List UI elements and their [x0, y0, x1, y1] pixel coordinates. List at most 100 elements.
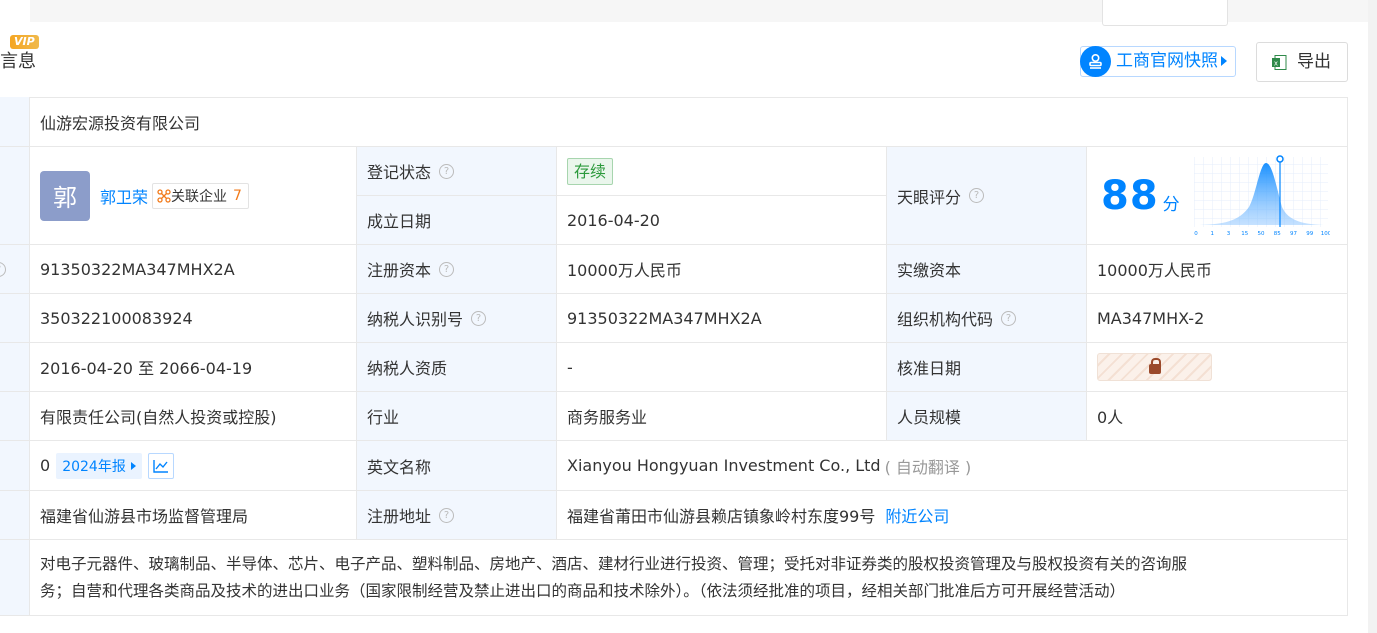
label-cell: [0, 343, 30, 392]
help-icon[interactable]: ?: [1001, 310, 1017, 326]
reg-number-value: 350322100083924: [30, 294, 357, 343]
org-code-text: 组织机构代码: [897, 310, 994, 329]
found-date-value: 2016-04-20: [557, 196, 887, 245]
approval-date-label: 核准日期: [887, 343, 1087, 392]
score-label: 天眼评分?: [887, 147, 1087, 245]
label-cell: [0, 540, 30, 616]
score-cell[interactable]: 88 分 0 1 3 15 50 85 97 99 100: [1087, 147, 1348, 245]
english-name-cell: Xianyou Hongyuan Investment Co., Ltd ( 自…: [557, 441, 1348, 491]
help-icon[interactable]: ?: [439, 507, 455, 523]
approval-date-value: [1087, 343, 1348, 392]
caret-right-icon: [1221, 56, 1227, 66]
score-axis-tick: 15: [1241, 231, 1248, 237]
label-cell: [0, 97, 30, 147]
lock-icon: [1148, 358, 1161, 374]
company-type-value: 有限责任公司(自然人投资或控股): [30, 392, 357, 441]
reg-status-value: 存续: [557, 147, 887, 196]
credit-code-value: 91350322MA347MHX2A: [30, 245, 357, 294]
help-icon[interactable]: ?: [0, 261, 6, 277]
staff-value: 0人: [1087, 392, 1348, 441]
annual-report-button[interactable]: 2024年报: [56, 452, 142, 479]
excel-icon: x: [1272, 55, 1287, 70]
caret-right-icon: [130, 461, 136, 470]
score-axis-tick: 99: [1306, 231, 1313, 237]
help-icon[interactable]: ?: [969, 188, 985, 203]
reg-address-text: 注册地址: [367, 507, 432, 526]
authority-value: 福建省仙游县市场监督管理局: [30, 491, 357, 540]
org-code-label: 组织机构代码?: [887, 294, 1087, 343]
section-title: 言息: [0, 51, 36, 72]
taxpayer-id-value: 91350322MA347MHX2A: [557, 294, 887, 343]
score-label-text: 天眼评分: [897, 187, 962, 207]
help-icon[interactable]: ?: [439, 261, 455, 277]
export-button[interactable]: x 导出: [1256, 42, 1348, 82]
related-label: 关联企业: [171, 188, 228, 205]
scope-line: 对电子元器件、玻璃制品、半导体、芯片、电子产品、塑料制品、房地产、酒店、建材行业…: [40, 554, 1188, 573]
english-name-label: 英文名称: [357, 441, 557, 491]
label-cell: [0, 392, 30, 441]
snapshot-button[interactable]: 工商官网快照: [1080, 46, 1236, 77]
help-icon[interactable]: ?: [471, 310, 487, 326]
label-cell: [0, 491, 30, 540]
top-bar: [30, 0, 1368, 26]
avatar: 郭: [40, 170, 90, 221]
company-name: 仙游宏源投资有限公司: [30, 97, 1348, 147]
stamp-icon: [1080, 46, 1111, 77]
score-axis-tick: 50: [1257, 231, 1264, 237]
top-ghost-button[interactable]: [1102, 0, 1228, 26]
legal-rep-name[interactable]: 郭卫荣: [100, 184, 148, 208]
network-icon: [157, 188, 171, 203]
export-label: 导出: [1297, 52, 1331, 72]
auto-translate-note: ( 自动翻译 ): [884, 457, 972, 477]
english-name-value: Xianyou Hongyuan Investment Co., Ltd: [567, 456, 881, 475]
score-axis-tick: 3: [1226, 231, 1230, 237]
business-scope: 对电子元器件、玻璃制品、半导体、芯片、电子产品、塑料制品、房地产、酒店、建材行业…: [30, 540, 1348, 616]
paid-capital-value: 10000万人民币: [1087, 245, 1348, 294]
nearby-companies-link[interactable]: 附近公司: [885, 503, 949, 527]
score-axis-tick: 97: [1290, 231, 1297, 237]
reg-status-label: 登记状态?: [357, 147, 557, 196]
label-cell: [0, 147, 30, 245]
snapshot-label: 工商官网快照: [1116, 51, 1218, 71]
reg-capital-value: 10000万人民币: [557, 245, 887, 294]
annual-report-label: 2024年报: [62, 458, 126, 475]
taxpayer-id-label: 纳税人识别号?: [357, 294, 557, 343]
reg-address-cell: 福建省莆田市仙游县赖店镇象岭村东度99号 附近公司: [557, 491, 1348, 540]
svg-text:x: x: [1274, 60, 1278, 68]
taxpayer-qual-label: 纳税人资质: [357, 343, 557, 392]
reg-status-text: 登记状态: [367, 163, 432, 182]
business-term-value: 2016-04-20 至 2066-04-19: [30, 343, 357, 392]
taxpayer-id-text: 纳税人识别号: [367, 310, 464, 329]
insured-cell: 0 2024年报: [30, 441, 357, 491]
status-badge: 存续: [567, 157, 614, 185]
score-unit: 分: [1162, 195, 1180, 215]
scope-line: 务；自营和代理各类商品及技术的进出口业务（国家限制经营及禁止进出口的商品和技术除…: [40, 581, 1126, 600]
score-axis-tick: 0: [1194, 231, 1198, 237]
score-axis-tick: 85: [1273, 231, 1280, 237]
staff-label: 人员规模: [887, 392, 1087, 441]
score-marker-dot: [1275, 154, 1284, 163]
org-code-value: MA347MHX-2: [1087, 294, 1348, 343]
insured-value: 0: [40, 456, 51, 475]
related-companies-tag[interactable]: 关联企业 7: [152, 182, 249, 209]
score-axis-tick: 100: [1320, 231, 1329, 237]
related-count: 7: [233, 187, 242, 204]
label-cell: ?: [0, 245, 30, 294]
reg-capital-label: 注册资本?: [357, 245, 557, 294]
locked-field[interactable]: [1097, 353, 1212, 381]
reg-capital-text: 注册资本: [367, 261, 432, 280]
found-date-label: 成立日期: [357, 196, 557, 245]
score-axis-tick: 1: [1210, 231, 1214, 237]
trend-chart-button[interactable]: [147, 452, 174, 479]
scrollbar[interactable]: [1368, 0, 1377, 633]
legal-rep-cell: 郭 郭卫荣 关联企业 7: [30, 147, 357, 245]
help-icon[interactable]: ?: [439, 163, 455, 179]
paid-capital-label: 实缴资本: [887, 245, 1087, 294]
reg-address-label: 注册地址?: [357, 491, 557, 540]
taxpayer-qual-value: -: [557, 343, 887, 392]
reg-address-value: 福建省莆田市仙游县赖店镇象岭村东度99号: [567, 507, 876, 526]
label-cell: [0, 441, 30, 491]
label-cell: [0, 294, 30, 343]
industry-value: 商务服务业: [557, 392, 887, 441]
score-value: 88: [1101, 172, 1159, 219]
